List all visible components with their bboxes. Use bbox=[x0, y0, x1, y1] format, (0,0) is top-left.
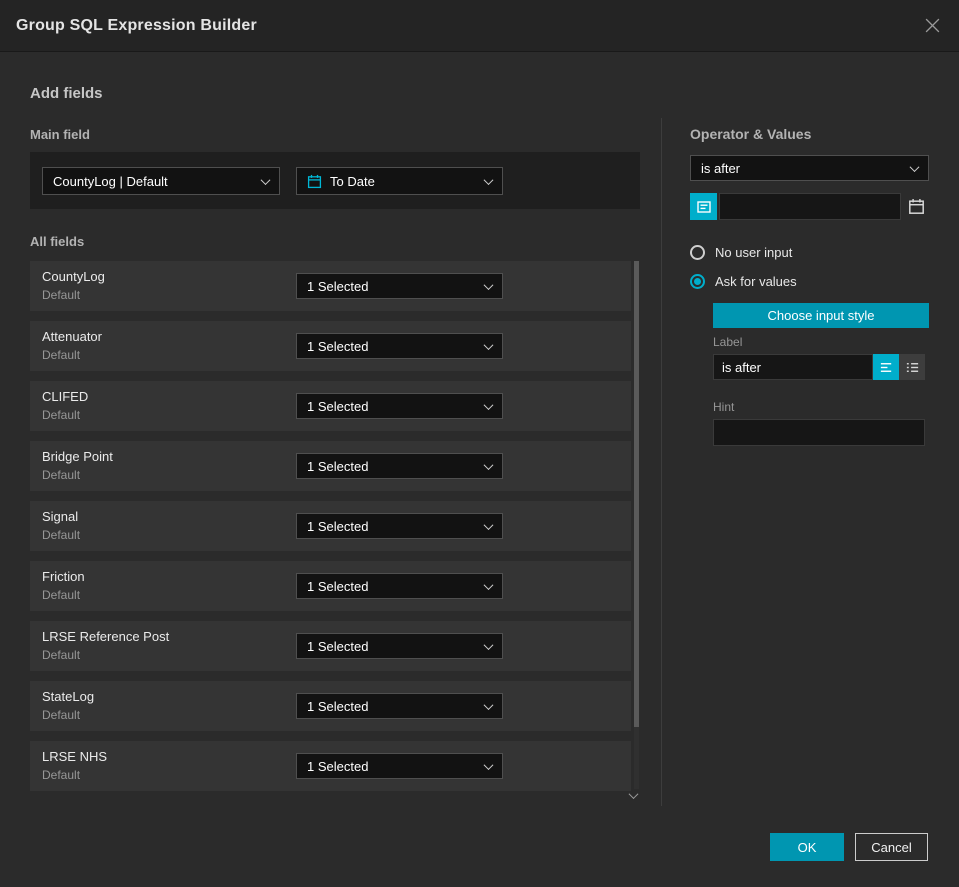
field-subtitle: Default bbox=[42, 468, 81, 482]
selected-count-label: 1 Selected bbox=[307, 518, 369, 534]
panel-divider bbox=[661, 118, 662, 806]
field-selected-dropdown[interactable]: 1 Selected bbox=[296, 333, 503, 359]
align-left-icon bbox=[880, 362, 891, 372]
operator-dropdown[interactable]: is after bbox=[690, 155, 929, 181]
dialog-title: Group SQL Expression Builder bbox=[16, 16, 257, 34]
field-row: Signal Default 1 Selected bbox=[30, 501, 631, 551]
field-subtitle: Default bbox=[42, 768, 81, 782]
field-selected-dropdown[interactable]: 1 Selected bbox=[296, 693, 503, 719]
chevron-down-icon bbox=[909, 161, 920, 172]
selected-count-label: 1 Selected bbox=[307, 338, 369, 354]
radio-ask-for-values[interactable]: Ask for values bbox=[690, 274, 797, 289]
field-subtitle: Default bbox=[42, 288, 81, 302]
list-icon bbox=[906, 362, 918, 372]
field-row: LRSE NHS Default 1 Selected bbox=[30, 741, 631, 791]
chevron-down-icon bbox=[260, 174, 271, 185]
selected-count-label: 1 Selected bbox=[307, 698, 369, 714]
selected-count-label: 1 Selected bbox=[307, 398, 369, 414]
ok-button[interactable]: OK bbox=[770, 833, 844, 861]
radio-label: Ask for values bbox=[715, 274, 797, 289]
chevron-down-icon bbox=[483, 279, 494, 290]
field-selected-dropdown[interactable]: 1 Selected bbox=[296, 273, 503, 299]
field-name: Bridge Point bbox=[42, 449, 113, 464]
field-selected-dropdown[interactable]: 1 Selected bbox=[296, 393, 503, 419]
field-row: LRSE Reference Post Default 1 Selected bbox=[30, 621, 631, 671]
chevron-down-icon bbox=[483, 759, 494, 770]
field-selected-dropdown[interactable]: 1 Selected bbox=[296, 513, 503, 539]
calendar-icon bbox=[908, 199, 924, 214]
choose-input-style-button[interactable]: Choose input style bbox=[713, 303, 929, 328]
cancel-button[interactable]: Cancel bbox=[855, 833, 928, 861]
field-row: Attenuator Default 1 Selected bbox=[30, 321, 631, 371]
date-field-dropdown-value: To Date bbox=[330, 173, 375, 189]
field-name: CLIFED bbox=[42, 389, 89, 404]
scrollbar-track[interactable] bbox=[634, 261, 639, 789]
label-caption: Label bbox=[713, 335, 743, 349]
chevron-down-icon bbox=[483, 519, 494, 530]
chevron-down-icon bbox=[483, 699, 494, 710]
all-fields-label: All fields bbox=[30, 234, 85, 249]
chevron-down-icon bbox=[483, 399, 494, 410]
field-name: StateLog bbox=[42, 689, 95, 704]
field-selected-dropdown[interactable]: 1 Selected bbox=[296, 453, 503, 479]
field-selected-dropdown[interactable]: 1 Selected bbox=[296, 573, 503, 599]
field-selected-dropdown[interactable]: 1 Selected bbox=[296, 633, 503, 659]
radio-no-user-input[interactable]: No user input bbox=[690, 245, 792, 260]
selected-count-label: 1 Selected bbox=[307, 278, 369, 294]
close-button[interactable] bbox=[921, 15, 943, 37]
close-icon bbox=[925, 18, 939, 33]
label-input[interactable] bbox=[713, 354, 873, 380]
date-field-dropdown[interactable]: To Date bbox=[296, 167, 503, 195]
field-subtitle: Default bbox=[42, 348, 81, 362]
chevron-down-icon bbox=[483, 639, 494, 650]
all-fields-list: CountyLog Default 1 Selected Attenuator … bbox=[30, 261, 631, 801]
textbox-style-button[interactable] bbox=[873, 354, 899, 380]
field-subtitle: Default bbox=[42, 528, 81, 542]
field-row: CLIFED Default 1 Selected bbox=[30, 381, 631, 431]
hint-caption: Hint bbox=[713, 400, 735, 414]
field-subtitle: Default bbox=[42, 588, 81, 602]
chevron-down-icon bbox=[483, 339, 494, 350]
scrollbar-thumb[interactable] bbox=[634, 261, 639, 727]
field-subtitle: Default bbox=[42, 648, 81, 662]
value-source-toggle-button[interactable] bbox=[690, 193, 717, 220]
hint-input[interactable] bbox=[713, 419, 925, 446]
list-style-button[interactable] bbox=[899, 354, 925, 380]
radio-checked-icon bbox=[690, 274, 705, 289]
field-name: CountyLog bbox=[42, 269, 105, 284]
chevron-down-icon bbox=[483, 459, 494, 470]
chevron-down-icon bbox=[483, 174, 494, 185]
field-name: Friction bbox=[42, 569, 85, 584]
selected-count-label: 1 Selected bbox=[307, 578, 369, 594]
add-fields-heading: Add fields bbox=[30, 85, 103, 102]
date-picker-button[interactable] bbox=[903, 193, 929, 220]
field-row: Friction Default 1 Selected bbox=[30, 561, 631, 611]
main-field-panel: CountyLog | Default To Date bbox=[30, 152, 640, 209]
field-name: LRSE NHS bbox=[42, 749, 108, 764]
chevron-down-icon bbox=[483, 579, 494, 590]
field-row: StateLog Default 1 Selected bbox=[30, 681, 631, 731]
dialog-header: Group SQL Expression Builder bbox=[0, 0, 959, 52]
calendar-icon bbox=[307, 174, 322, 188]
field-row: CountyLog Default 1 Selected bbox=[30, 261, 631, 311]
operator-dropdown-value: is after bbox=[701, 160, 741, 176]
main-field-dropdown[interactable]: CountyLog | Default bbox=[42, 167, 280, 195]
operator-values-heading: Operator & Values bbox=[690, 126, 812, 142]
main-field-label: Main field bbox=[30, 127, 90, 142]
field-name: Attenuator bbox=[42, 329, 102, 344]
selected-count-label: 1 Selected bbox=[307, 458, 369, 474]
field-subtitle: Default bbox=[42, 408, 81, 422]
value-input[interactable] bbox=[719, 193, 901, 220]
radio-unchecked-icon bbox=[690, 245, 705, 260]
field-selected-dropdown[interactable]: 1 Selected bbox=[296, 753, 503, 779]
form-lines-icon bbox=[696, 200, 711, 213]
main-field-dropdown-value: CountyLog | Default bbox=[53, 173, 168, 189]
field-name: LRSE Reference Post bbox=[42, 629, 170, 644]
selected-count-label: 1 Selected bbox=[307, 758, 369, 774]
field-subtitle: Default bbox=[42, 708, 81, 722]
field-row: Bridge Point Default 1 Selected bbox=[30, 441, 631, 491]
radio-label: No user input bbox=[715, 245, 793, 260]
selected-count-label: 1 Selected bbox=[307, 638, 369, 654]
field-name: Signal bbox=[42, 509, 79, 524]
